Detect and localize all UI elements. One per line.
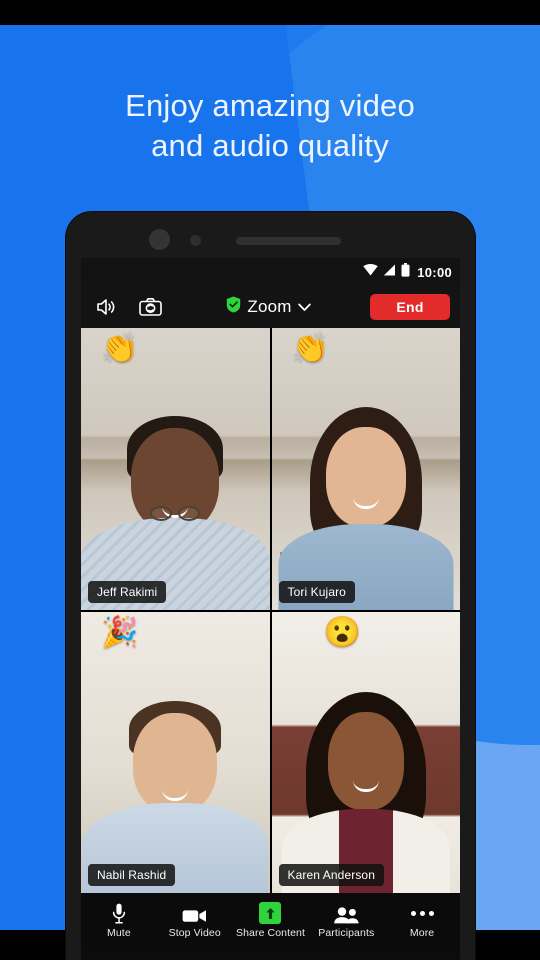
video-camera-icon: [182, 902, 207, 924]
video-tile-jeff-rakimi[interactable]: 👏 Jeff Rakimi: [81, 328, 270, 610]
wifi-icon: [363, 263, 378, 281]
status-bar-time: 10:00: [417, 264, 452, 280]
participants-button-label: Participants: [318, 927, 375, 939]
meeting-title: Zoom: [247, 297, 292, 316]
battery-icon: [401, 262, 410, 282]
flip-camera-icon[interactable]: [133, 292, 167, 322]
more-button[interactable]: More: [384, 902, 460, 939]
participant-name-badge: Nabil Rashid: [88, 864, 176, 886]
share-content-button[interactable]: Share Content: [233, 902, 309, 939]
stop-video-button[interactable]: Stop Video: [157, 902, 233, 939]
reaction-clapping-hands-emoji: 👏: [101, 332, 139, 365]
end-meeting-button[interactable]: End: [370, 294, 450, 320]
participants-button[interactable]: Participants: [308, 902, 384, 939]
meeting-name-dropdown[interactable]: Zoom: [167, 296, 370, 318]
page-title: Enjoy amazing video and audio quality: [0, 86, 540, 166]
participant-name-badge: Tori Kujaro: [278, 580, 355, 603]
cellular-signal-icon: [383, 263, 396, 281]
earpiece-speaker-grille: [236, 237, 341, 245]
video-tile-karen-anderson[interactable]: 😮 Karen Anderson: [271, 611, 460, 893]
chevron-down-icon: [297, 299, 311, 317]
more-button-label: More: [409, 927, 435, 939]
meeting-top-bar: Zoom End: [81, 286, 460, 328]
phone-screen: 10:00 Zoom End 👏 Jeff Rakimi 👏 Tori Kuja…: [81, 258, 460, 960]
phone-mockup: 10:00 Zoom End 👏 Jeff Rakimi 👏 Tori Kuja…: [66, 212, 475, 960]
participant-figure: [82, 693, 269, 893]
proximity-sensor-icon: [190, 235, 201, 246]
more-dots-icon: [410, 902, 434, 924]
participant-figure: [278, 405, 454, 610]
promo-screenshot: Enjoy amazing video and audio quality 10…: [0, 0, 540, 960]
video-tile-tori-kujaro[interactable]: 👏 Tori Kujaro: [271, 328, 460, 610]
video-tile-nabil-rashid[interactable]: 🎉 Nabil Rashid: [81, 611, 270, 893]
headline-line-2: and audio quality: [151, 128, 389, 163]
status-bar: 10:00: [81, 258, 460, 286]
speaker-icon[interactable]: [90, 292, 124, 322]
phone-top-bezel: [66, 212, 475, 258]
stop-video-button-label: Stop Video: [168, 927, 221, 939]
participant-name-badge: Karen Anderson: [278, 864, 384, 886]
meeting-control-bar: Mute Stop Video Share Content Participan…: [81, 893, 460, 948]
share-content-button-label: Share Content: [235, 927, 305, 939]
participant-figure: [281, 688, 450, 893]
participant-name-badge: Jeff Rakimi: [88, 580, 167, 603]
participants-icon: [333, 902, 360, 924]
shield-check-icon: [226, 296, 241, 318]
mute-button-label: Mute: [107, 927, 131, 939]
front-camera-icon: [149, 229, 170, 250]
reaction-open-mouth-face-emoji: 😮: [323, 615, 361, 649]
microphone-icon: [112, 902, 126, 924]
video-grid: 👏 Jeff Rakimi 👏 Tori Kujaro 🎉 Nabil Rash…: [81, 328, 460, 893]
share-arrow-icon: [259, 902, 282, 924]
reaction-party-popper-emoji: 🎉: [101, 615, 139, 649]
headline-line-1: Enjoy amazing video: [125, 88, 415, 123]
reaction-clapping-hands-emoji: 👏: [291, 332, 329, 365]
mute-button[interactable]: Mute: [81, 902, 157, 939]
